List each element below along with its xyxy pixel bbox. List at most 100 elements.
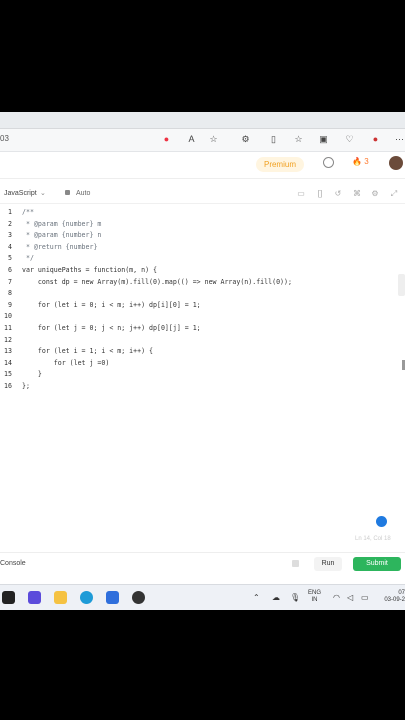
- code-line[interactable]: 6 var uniquePaths = function(m, n) {: [0, 266, 405, 278]
- taskbar: ⌃ ☁ 🎙 ENG IN ◠ ◁ ▭ 07 03-09-2: [0, 584, 405, 610]
- code-text[interactable]: var uniquePaths = function(m, n) {: [22, 266, 157, 274]
- auto-mode-label[interactable]: Auto: [76, 190, 90, 197]
- code-line[interactable]: 4 * @return {number}: [0, 243, 405, 255]
- chevron-down-icon[interactable]: ⌄: [40, 189, 46, 197]
- line-number: 11: [4, 324, 12, 332]
- fire-icon: 🔥: [352, 157, 362, 166]
- run-button[interactable]: Run: [314, 557, 342, 571]
- upload-icon[interactable]: [292, 560, 299, 567]
- line-number: 2: [8, 219, 12, 228]
- code-line[interactable]: 3 * @param {number} n: [0, 231, 405, 243]
- favorite-star-icon[interactable]: ☆: [208, 134, 219, 145]
- code-text[interactable]: for (let j = 0; j < n; j++) dp[0][j] = 1…: [22, 324, 201, 332]
- code-text[interactable]: * @param {number} n: [22, 231, 101, 239]
- code-line[interactable]: 15 }: [0, 370, 405, 382]
- volume-icon[interactable]: ◁: [347, 593, 353, 602]
- input-language[interactable]: ENG IN: [308, 590, 321, 604]
- read-aloud-icon[interactable]: A: [186, 134, 197, 145]
- url-fragment[interactable]: 03: [0, 134, 9, 143]
- code-text[interactable]: * @return {number}: [22, 243, 97, 251]
- code-text[interactable]: */: [22, 254, 34, 262]
- app-icon[interactable]: [132, 591, 145, 604]
- premium-button[interactable]: Premium: [256, 157, 304, 172]
- code-line[interactable]: 14 for (let j =0): [0, 359, 405, 371]
- console-bar: Console Run Submit: [0, 552, 405, 575]
- avatar[interactable]: [389, 156, 403, 170]
- console-toggle[interactable]: Console: [0, 560, 26, 567]
- chevron-up-icon[interactable]: ⌃: [253, 593, 260, 602]
- code-line[interactable]: 16};: [0, 382, 405, 394]
- code-line[interactable]: 10: [0, 312, 405, 324]
- fullscreen-icon[interactable]: ⤢: [389, 189, 399, 199]
- code-line[interactable]: 12: [0, 336, 405, 348]
- line-number: 1: [8, 208, 12, 216]
- clock-date: 03-09-2: [384, 597, 405, 603]
- line-number: 7: [8, 277, 12, 286]
- shortcut-icon[interactable]: ⌘: [352, 189, 362, 199]
- code-text[interactable]: const dp = new Array(m).fill(0).map(() =…: [22, 278, 292, 286]
- code-editor[interactable]: 1/** 2 * @param {number} m3 * @param {num…: [0, 208, 405, 538]
- clock[interactable]: 07 03-09-2: [381, 590, 405, 604]
- health-icon[interactable]: ♡: [344, 134, 355, 145]
- screen: 03 ● A ☆ ⚙ ▯ ☆ ▣ ♡ ● ⋯ Premium 🔥 3 JavaS…: [0, 112, 405, 610]
- clock-time: 07: [398, 590, 405, 596]
- notification-badge-icon[interactable]: ●: [161, 134, 172, 145]
- reset-icon[interactable]: ↺: [333, 189, 343, 199]
- code-line[interactable]: 8: [0, 289, 405, 301]
- side-panel-tab[interactable]: [398, 274, 405, 296]
- code-line[interactable]: 2 * @param {number} m: [0, 220, 405, 232]
- code-line[interactable]: 11 for (let j = 0; j < n; j++) dp[0][j] …: [0, 324, 405, 336]
- wifi-icon[interactable]: ◠: [333, 593, 340, 602]
- line-number: 13: [4, 347, 12, 356]
- line-number: 14: [4, 358, 12, 367]
- code-text[interactable]: for (let i = 0; i < m; i++) dp[i][0] = 1…: [22, 301, 201, 309]
- onedrive-icon[interactable]: ☁: [272, 593, 280, 602]
- line-number: 9: [8, 300, 12, 309]
- lock-icon: [65, 190, 70, 195]
- code-text[interactable]: for (let i = 1; i < m; i++) {: [22, 347, 153, 355]
- line-number: 10: [4, 312, 12, 321]
- code-line[interactable]: 13 for (let i = 1; i < m; i++) {: [0, 347, 405, 359]
- file-explorer-icon[interactable]: [54, 591, 67, 604]
- code-text[interactable]: for (let j =0): [22, 359, 110, 367]
- code-text[interactable]: };: [22, 382, 30, 390]
- code-line[interactable]: 9 for (let i = 0; i < m; i++) dp[i][0] =…: [0, 301, 405, 313]
- code-line[interactable]: 7 const dp = new Array(m).fill(0).map(()…: [0, 278, 405, 290]
- code-line[interactable]: 1 /**: [0, 208, 405, 220]
- browser-address-bar[interactable]: 03 ● A ☆ ⚙ ▯ ☆ ▣ ♡ ● ⋯: [0, 129, 405, 152]
- bookmark-icon[interactable]: ▭: [296, 189, 306, 199]
- language-code: ENG: [308, 590, 322, 596]
- task-view-icon[interactable]: [2, 591, 15, 604]
- region-code: IN: [311, 597, 318, 603]
- brackets-icon[interactable]: []: [315, 189, 325, 199]
- settings-icon[interactable]: ⚙: [370, 189, 380, 199]
- collections-icon[interactable]: ▣: [318, 134, 329, 145]
- streak-counter[interactable]: 🔥 3: [352, 157, 369, 166]
- more-icon[interactable]: ⋯: [394, 134, 405, 145]
- chat-icon[interactable]: [376, 516, 387, 527]
- line-number: 8: [8, 289, 12, 298]
- language-select[interactable]: JavaScript: [4, 190, 37, 197]
- line-number: 5: [8, 254, 12, 263]
- line-number: 3: [8, 231, 12, 240]
- code-text[interactable]: }: [22, 370, 42, 378]
- submit-button[interactable]: Submit: [353, 557, 401, 571]
- editor-toolbar: JavaScript ⌄ Auto ▭ [] ↺ ⌘ ⚙ ⤢: [0, 187, 405, 204]
- clock-icon[interactable]: [323, 157, 334, 168]
- favorites-icon[interactable]: ☆: [293, 134, 304, 145]
- app-header: Premium 🔥 3: [0, 152, 405, 179]
- line-number: 16: [4, 382, 12, 390]
- store-icon[interactable]: [106, 591, 119, 604]
- code-line[interactable]: 5 */: [0, 254, 405, 266]
- code-text[interactable]: * @param {number} m: [22, 220, 101, 228]
- teams-icon[interactable]: [28, 591, 41, 604]
- code-text[interactable]: /**: [22, 208, 34, 216]
- extensions-icon[interactable]: ⚙: [240, 134, 251, 145]
- browser-tab-strip: [0, 112, 405, 129]
- battery-icon[interactable]: ▭: [361, 593, 369, 602]
- microphone-icon[interactable]: 🎙: [290, 593, 300, 602]
- streak-count: 3: [364, 157, 369, 166]
- profile-icon[interactable]: ●: [370, 134, 381, 145]
- edge-browser-icon[interactable]: [80, 591, 93, 604]
- split-screen-icon[interactable]: ▯: [268, 134, 279, 145]
